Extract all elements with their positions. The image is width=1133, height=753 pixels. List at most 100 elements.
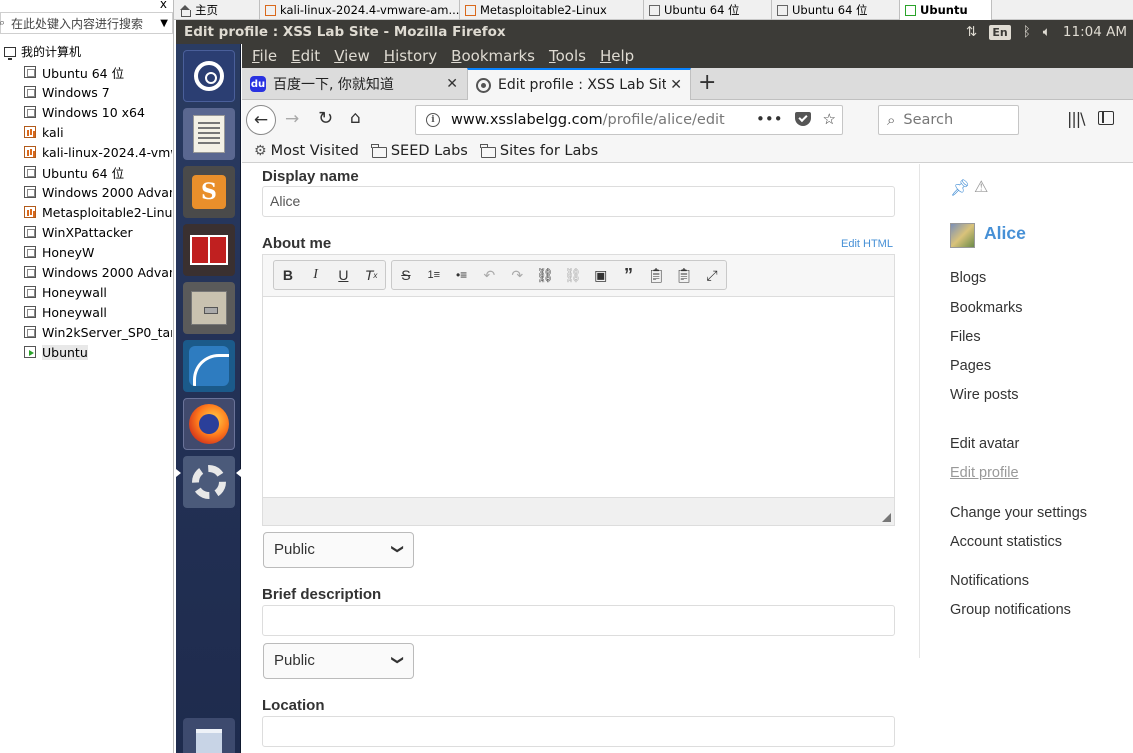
forward-arrow-icon[interactable]: →	[285, 109, 299, 129]
bold-icon[interactable]: B	[274, 261, 302, 289]
about-me-textarea[interactable]	[263, 297, 894, 497]
strikethrough-icon[interactable]: S	[392, 261, 420, 289]
library-root-my-computer[interactable]: 我的计算机	[4, 43, 81, 60]
launcher-text-editor[interactable]	[183, 108, 235, 160]
remove-format-icon[interactable]: Tx	[357, 261, 385, 289]
sidebar-toggle-icon[interactable]	[1098, 111, 1114, 125]
launcher-terminal[interactable]	[183, 224, 235, 276]
bookmark-seed-labs[interactable]: SEED Labs	[371, 143, 468, 159]
launcher-trash[interactable]	[183, 718, 235, 753]
bookmark-most-visited[interactable]: ⚙ Most Visited	[254, 143, 359, 159]
undo-icon[interactable]: ↶	[475, 261, 503, 289]
vm-list-item[interactable]: Ubuntu 64 位	[24, 62, 172, 82]
link-icon[interactable]: ⛓	[531, 261, 559, 289]
tab-close-icon[interactable]: ✕	[670, 77, 682, 93]
vm-tab[interactable]: Metasploitable2-Linux	[460, 0, 644, 20]
bluetooth-icon[interactable]: ᛒ	[1023, 24, 1031, 40]
warning-icon[interactable]: ⚠	[974, 177, 988, 197]
library-search-box[interactable]: ⌕ 在此处键入内容进行搜索 ▼	[0, 12, 173, 34]
sidebar-link-notifications[interactable]: Notifications	[950, 573, 1029, 589]
sidebar-link-change-settings[interactable]: Change your settings	[950, 505, 1087, 521]
paste-icon[interactable]: 📋︎	[642, 261, 670, 289]
pocket-icon[interactable]	[794, 112, 811, 126]
search-dropdown-icon[interactable]: ▼	[160, 18, 168, 29]
edit-html-link[interactable]: Edit HTML	[841, 238, 893, 250]
vm-list-item[interactable]: WinXPattacker	[24, 222, 172, 242]
launcher-system-settings[interactable]	[183, 456, 235, 508]
network-icon[interactable]: ⇅	[966, 24, 977, 40]
library-close-icon[interactable]: x	[160, 0, 167, 11]
tab-baidu[interactable]: du 百度一下, 你就知道 ✕	[242, 68, 466, 100]
vm-list-item[interactable]: HoneyW	[24, 242, 172, 262]
vm-tab[interactable]: Ubuntu 64 位	[772, 0, 900, 20]
sidebar-link-wire-posts[interactable]: Wire posts	[950, 387, 1019, 403]
bookmark-star-icon[interactable]: ☆	[823, 110, 836, 128]
sidebar-link-account-statistics[interactable]: Account statistics	[950, 534, 1062, 550]
home-icon[interactable]: ⌂	[350, 108, 361, 128]
vm-list-item[interactable]: Windows 7	[24, 82, 172, 102]
launcher-firefox[interactable]	[183, 398, 235, 450]
url-bar[interactable]: i www.xsslabelgg.com/profile/alice/edit …	[415, 105, 843, 135]
owner-name-link[interactable]: Alice	[984, 223, 1026, 244]
site-info-icon[interactable]: i	[426, 113, 440, 127]
about-me-access-select[interactable]: Public ❯	[263, 532, 414, 568]
resize-grip-icon[interactable]	[882, 513, 891, 522]
new-tab-plus-icon[interactable]: +	[698, 70, 716, 95]
sidebar-link-edit-avatar[interactable]: Edit avatar	[950, 436, 1019, 452]
menu-edit[interactable]: Edit	[291, 47, 320, 65]
sidebar-link-edit-profile[interactable]: Edit profile	[950, 465, 1019, 481]
sidebar-link-group-notifications[interactable]: Group notifications	[950, 602, 1071, 618]
brief-description-access-select[interactable]: Public ❯	[263, 643, 414, 679]
menu-view[interactable]: View	[334, 47, 370, 65]
reload-icon[interactable]: ↻	[318, 108, 333, 129]
vm-list-item[interactable]: kali	[24, 122, 172, 142]
menu-file[interactable]: File	[252, 47, 277, 65]
keyboard-layout-indicator[interactable]: En	[989, 24, 1011, 40]
sidebar-link-pages[interactable]: Pages	[950, 358, 991, 374]
sidebar-link-files[interactable]: Files	[950, 329, 981, 345]
back-arrow-icon[interactable]: ←	[246, 105, 276, 135]
unlink-icon[interactable]: ⛓	[559, 261, 587, 289]
tab-close-icon[interactable]: ✕	[446, 76, 458, 92]
vm-tab[interactable]: Ubuntu	[900, 0, 992, 20]
vm-tab[interactable]: kali-linux-2024.4-vmware-am...	[260, 0, 460, 20]
vm-list-item[interactable]: Honeywall	[24, 282, 172, 302]
bookmark-sites-for-labs[interactable]: Sites for Labs	[480, 143, 598, 159]
sidebar-link-bookmarks[interactable]: Bookmarks	[950, 300, 1023, 316]
redo-icon[interactable]: ↷	[503, 261, 531, 289]
vm-list-item[interactable]: Metasploitable2-Linux	[24, 202, 172, 222]
brief-description-input[interactable]	[262, 605, 895, 636]
vm-list-item[interactable]: Windows 2000 Advan	[24, 262, 172, 282]
menu-help[interactable]: Help	[600, 47, 634, 65]
bulleted-list-icon[interactable]: •≡	[448, 261, 476, 289]
numbered-list-icon[interactable]: 1≡	[420, 261, 448, 289]
clock[interactable]: 11:04 AM	[1063, 24, 1127, 40]
vm-tab[interactable]: Ubuntu 64 位	[644, 0, 772, 20]
display-name-input[interactable]: Alice	[262, 186, 895, 217]
vm-list-item[interactable]: Windows 2000 Advan	[24, 182, 172, 202]
blockquote-icon[interactable]: ”	[615, 261, 643, 289]
vm-list-item[interactable]: kali-linux-2024.4-vmwa	[24, 142, 172, 162]
page-actions-ellipsis-icon[interactable]: •••	[756, 110, 783, 128]
vm-list-item[interactable]: Win2kServer_SP0_targ	[24, 322, 172, 342]
vm-list-item[interactable]: Windows 10 x64	[24, 102, 172, 122]
vm-tab[interactable]: 主页	[174, 0, 260, 20]
vm-list-item[interactable]: Honeywall	[24, 302, 172, 322]
launcher-sublime-text[interactable]: S	[183, 166, 235, 218]
volume-icon[interactable]: 🔈︎	[1043, 24, 1051, 40]
menu-tools[interactable]: Tools	[549, 47, 586, 65]
launcher-dash-button[interactable]	[183, 50, 235, 102]
library-icon[interactable]: |||\	[1067, 109, 1086, 128]
menu-history[interactable]: History	[384, 47, 437, 65]
sidebar-link-blogs[interactable]: Blogs	[950, 270, 986, 286]
menu-bookmarks[interactable]: Bookmarks	[451, 47, 535, 65]
underline-icon[interactable]: U	[330, 261, 358, 289]
owner-avatar[interactable]	[950, 223, 975, 248]
vm-list-item[interactable]: Ubuntu 64 位	[24, 162, 172, 182]
image-icon[interactable]: ▣	[587, 261, 615, 289]
vm-list-item[interactable]: Ubuntu	[24, 342, 172, 362]
launcher-files[interactable]	[183, 282, 235, 334]
location-input[interactable]	[262, 716, 895, 747]
launcher-wireshark[interactable]	[183, 340, 235, 392]
paste-from-word-icon[interactable]: 📋︎	[670, 261, 698, 289]
